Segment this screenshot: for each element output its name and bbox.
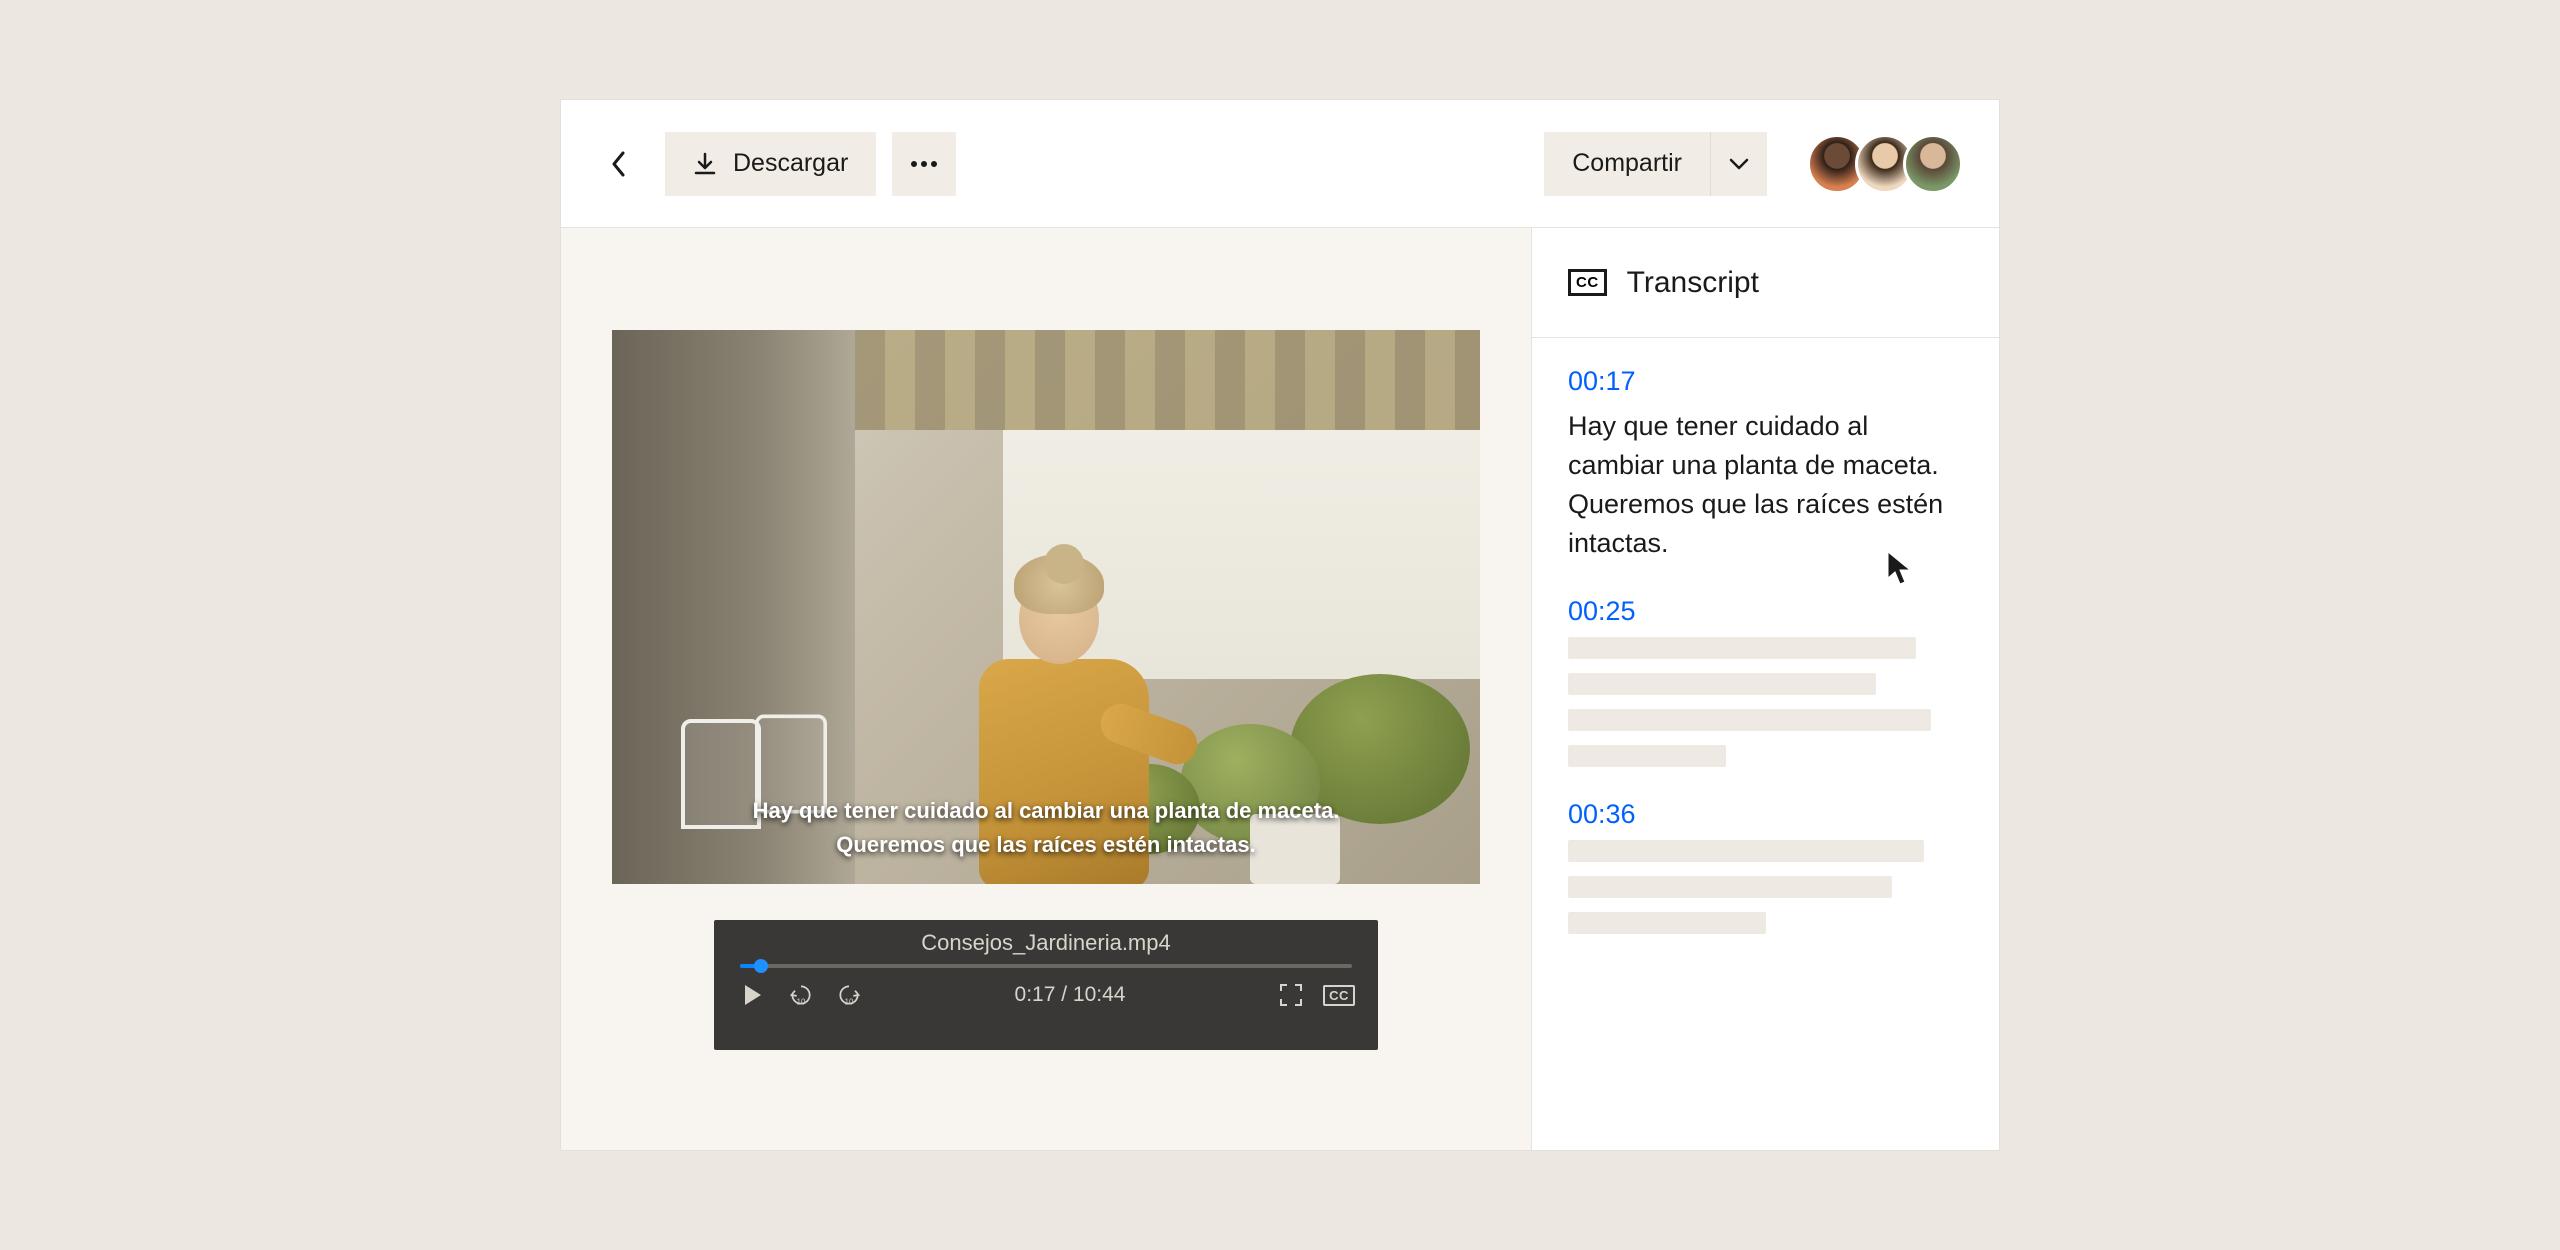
svg-text:10: 10	[797, 998, 806, 1007]
progress-thumb[interactable]	[754, 959, 768, 973]
caption-line: Hay que tener cuidado al cambiar una pla…	[652, 794, 1440, 828]
cursor-icon	[1885, 550, 1913, 588]
transcript-entry[interactable]: 00:36	[1568, 799, 1963, 934]
time-display: 0:17 / 10:44	[884, 983, 1256, 1007]
fullscreen-icon	[1279, 983, 1303, 1007]
player-controls: 10 10 0:17 / 10:44 CC	[740, 982, 1352, 1008]
skeleton-line	[1568, 673, 1876, 695]
download-icon	[693, 152, 717, 176]
closed-caption-icon: CC	[1323, 985, 1355, 1006]
avatar	[1903, 134, 1963, 194]
forward-icon: 10	[836, 981, 862, 1009]
chevron-down-icon	[1729, 158, 1749, 170]
more-button[interactable]	[892, 132, 956, 196]
skeleton-line	[1568, 840, 1924, 862]
player-bar: Consejos_Jardineria.mp4 10 10	[714, 920, 1378, 1050]
skeleton-line	[1568, 745, 1726, 767]
skeleton-line	[1568, 709, 1931, 731]
share-button-group: Compartir	[1544, 132, 1767, 196]
video-frame[interactable]: Hay que tener cuidado al cambiar una pla…	[612, 330, 1480, 884]
transcript-entry[interactable]: 00:25	[1568, 596, 1963, 767]
progress-track[interactable]	[740, 964, 1352, 968]
transcript-title: Transcript	[1627, 266, 1759, 300]
toolbar: Descargar Compartir	[561, 100, 1999, 228]
caption-overlay: Hay que tener cuidado al cambiar una pla…	[612, 794, 1480, 862]
skeleton-line	[1568, 912, 1766, 934]
app-window: Descargar Compartir	[561, 100, 1999, 1150]
player-filename: Consejos_Jardineria.mp4	[740, 930, 1352, 956]
share-button[interactable]: Compartir	[1544, 132, 1711, 196]
skeleton-line	[1568, 637, 1916, 659]
fullscreen-button[interactable]	[1278, 982, 1304, 1008]
avatar-stack[interactable]	[1807, 134, 1963, 194]
svg-text:10: 10	[845, 998, 854, 1007]
closed-caption-icon: CC	[1568, 269, 1607, 296]
transcript-timestamp[interactable]: 00:17	[1568, 366, 1963, 397]
chevron-left-icon	[611, 151, 627, 177]
transcript-timestamp[interactable]: 00:36	[1568, 799, 1963, 830]
play-icon	[743, 983, 763, 1007]
rewind-10-button[interactable]: 10	[788, 982, 814, 1008]
content-area: Hay que tener cuidado al cambiar una pla…	[561, 228, 1999, 1150]
transcript-list[interactable]: 00:17 Hay que tener cuidado al cambiar u…	[1532, 338, 1999, 1150]
back-button[interactable]	[597, 132, 641, 196]
share-dropdown-button[interactable]	[1711, 132, 1767, 196]
caption-line: Queremos que las raíces estén intactas.	[652, 828, 1440, 862]
transcript-entry[interactable]: 00:17 Hay que tener cuidado al cambiar u…	[1568, 366, 1963, 564]
ellipsis-icon	[910, 160, 938, 168]
download-label: Descargar	[733, 149, 848, 178]
transcript-header: CC Transcript	[1532, 228, 1999, 338]
video-preview-area: Hay que tener cuidado al cambiar una pla…	[561, 228, 1531, 1150]
rewind-icon: 10	[788, 981, 814, 1009]
forward-10-button[interactable]: 10	[836, 982, 862, 1008]
cc-toggle-button[interactable]: CC	[1326, 982, 1352, 1008]
transcript-timestamp[interactable]: 00:25	[1568, 596, 1963, 627]
download-button[interactable]: Descargar	[665, 132, 876, 196]
skeleton-line	[1568, 876, 1892, 898]
share-label: Compartir	[1572, 149, 1682, 178]
transcript-text: Hay que tener cuidado al cambiar una pla…	[1568, 407, 1963, 564]
transcript-panel: CC Transcript 00:17 Hay que tener cuidad…	[1531, 228, 1999, 1150]
play-button[interactable]	[740, 982, 766, 1008]
